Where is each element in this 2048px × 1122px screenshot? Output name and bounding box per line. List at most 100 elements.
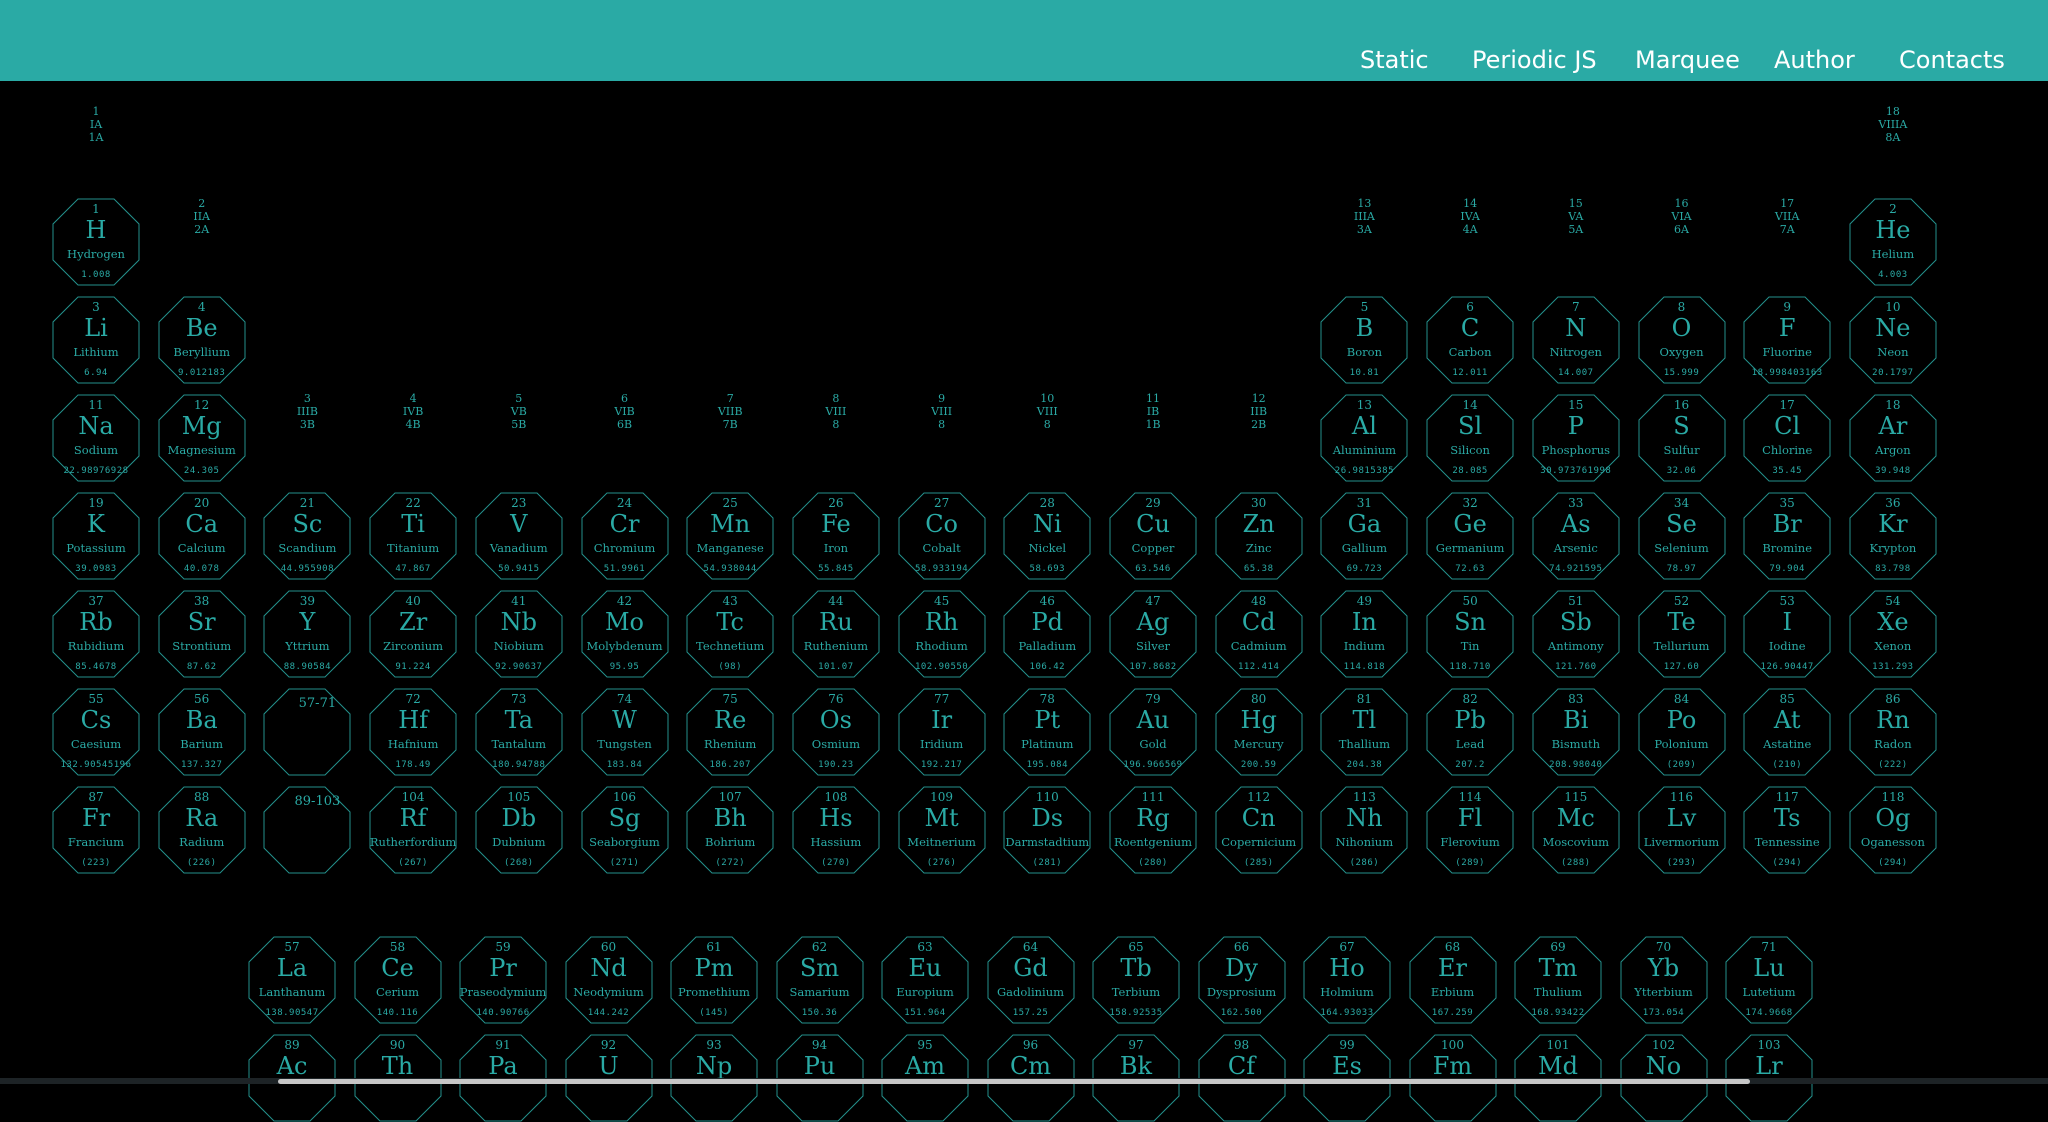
element-og[interactable]: 118 Og Oganesson (294) xyxy=(1849,786,1937,874)
element-ti[interactable]: 22 Ti Titanium 47.867 xyxy=(369,492,457,580)
element-c[interactable]: 6 C Carbon 12.011 xyxy=(1426,296,1514,384)
element-sl[interactable]: 14 Sl Silicon 28.085 xyxy=(1426,394,1514,482)
element-ir[interactable]: 77 Ir Iridium 192.217 xyxy=(898,688,986,776)
element-ar[interactable]: 18 Ar Argon 39.948 xyxy=(1849,394,1937,482)
element-mt[interactable]: 109 Mt Meitnerium (276) xyxy=(898,786,986,874)
element-bh[interactable]: 107 Bh Bohrium (272) xyxy=(686,786,774,874)
element-o[interactable]: 8 O Oxygen 15.999 xyxy=(1638,296,1726,384)
element-ga[interactable]: 31 Ga Gallium 69.723 xyxy=(1320,492,1408,580)
element-be[interactable]: 4 Be Beryllium 9.012183 xyxy=(158,296,246,384)
element-zn[interactable]: 30 Zn Zinc 65.38 xyxy=(1215,492,1303,580)
element-al[interactable]: 13 Al Aluminium 26.9815385 xyxy=(1320,394,1408,482)
element-cd[interactable]: 48 Cd Cadmium 112.414 xyxy=(1215,590,1303,678)
element-po[interactable]: 84 Po Polonium (209) xyxy=(1638,688,1726,776)
element-te[interactable]: 52 Te Tellurium 127.60 xyxy=(1638,590,1726,678)
element-hf[interactable]: 72 Hf Hafnium 178.49 xyxy=(369,688,457,776)
element-ni[interactable]: 28 Ni Nickel 58.693 xyxy=(1003,492,1091,580)
element-placeholder-89-103[interactable]: 89-103 xyxy=(263,786,351,874)
element-placeholder-57-71[interactable]: 57-71 xyxy=(263,688,351,776)
element-nh[interactable]: 113 Nh Nihonium (286) xyxy=(1320,786,1408,874)
element-s[interactable]: 16 S Sulfur 32.06 xyxy=(1638,394,1726,482)
element-ts[interactable]: 117 Ts Tennessine (294) xyxy=(1743,786,1831,874)
element-p[interactable]: 15 P Phosphorus 30.973761998 xyxy=(1532,394,1620,482)
element-zr[interactable]: 40 Zr Zirconium 91.224 xyxy=(369,590,457,678)
element-au[interactable]: 79 Au Gold 196.966569 xyxy=(1109,688,1197,776)
element-ne[interactable]: 10 Ne Neon 20.1797 xyxy=(1849,296,1937,384)
element-dy[interactable]: 66 Dy Dysprosium 162.500 xyxy=(1198,936,1286,1024)
element-nd[interactable]: 60 Nd Neodymium 144.242 xyxy=(565,936,653,1024)
element-re[interactable]: 75 Re Rhenium 186.207 xyxy=(686,688,774,776)
element-co[interactable]: 27 Co Cobalt 58.933194 xyxy=(898,492,986,580)
element-f[interactable]: 9 F Fluorine 18.998403163 xyxy=(1743,296,1831,384)
element-tl[interactable]: 81 Tl Thallium 204.38 xyxy=(1320,688,1408,776)
element-lu[interactable]: 71 Lu Lutetium 174.9668 xyxy=(1725,936,1813,1024)
element-lv[interactable]: 116 Lv Livermorium (293) xyxy=(1638,786,1726,874)
element-yb[interactable]: 70 Yb Ytterbium 173.054 xyxy=(1620,936,1708,1024)
element-fe[interactable]: 26 Fe Iron 55.845 xyxy=(792,492,880,580)
element-db[interactable]: 105 Db Dubnium (268) xyxy=(475,786,563,874)
element-sb[interactable]: 51 Sb Antimony 121.760 xyxy=(1532,590,1620,678)
element-sn[interactable]: 50 Sn Tin 118.710 xyxy=(1426,590,1514,678)
element-k[interactable]: 19 K Potassium 39.0983 xyxy=(52,492,140,580)
element-ca[interactable]: 20 Ca Calcium 40.078 xyxy=(158,492,246,580)
element-mc[interactable]: 115 Mc Moscovium (288) xyxy=(1532,786,1620,874)
element-eu[interactable]: 63 Eu Europium 151.964 xyxy=(881,936,969,1024)
element-os[interactable]: 76 Os Osmium 190.23 xyxy=(792,688,880,776)
element-cn[interactable]: 112 Cn Copernicium (285) xyxy=(1215,786,1303,874)
element-rh[interactable]: 45 Rh Rhodium 102.90550 xyxy=(898,590,986,678)
element-na[interactable]: 11 Na Sodium 22.98976928 xyxy=(52,394,140,482)
element-tm[interactable]: 69 Tm Thulium 168.93422 xyxy=(1514,936,1602,1024)
element-ru[interactable]: 44 Ru Ruthenium 101.07 xyxy=(792,590,880,678)
element-y[interactable]: 39 Y Yttrium 88.90584 xyxy=(263,590,351,678)
element-pb[interactable]: 82 Pb Lead 207.2 xyxy=(1426,688,1514,776)
element-br[interactable]: 35 Br Bromine 79.904 xyxy=(1743,492,1831,580)
element-at[interactable]: 85 At Astatine (210) xyxy=(1743,688,1831,776)
element-er[interactable]: 68 Er Erbium 167.259 xyxy=(1409,936,1497,1024)
element-rf[interactable]: 104 Rf Rutherfordium (267) xyxy=(369,786,457,874)
element-hg[interactable]: 80 Hg Mercury 200.59 xyxy=(1215,688,1303,776)
element-pt[interactable]: 78 Pt Platinum 195.084 xyxy=(1003,688,1091,776)
element-ho[interactable]: 67 Ho Holmium 164.93033 xyxy=(1303,936,1391,1024)
element-fl[interactable]: 114 Fl Flerovium (289) xyxy=(1426,786,1514,874)
element-la[interactable]: 57 La Lanthanum 138.90547 xyxy=(248,936,336,1024)
element-tb[interactable]: 65 Tb Terbium 158.92535 xyxy=(1092,936,1180,1024)
element-sg[interactable]: 106 Sg Seaborgium (271) xyxy=(581,786,669,874)
element-hs[interactable]: 108 Hs Hassium (270) xyxy=(792,786,880,874)
element-ag[interactable]: 47 Ag Silver 107.8682 xyxy=(1109,590,1197,678)
element-h[interactable]: 1 H Hydrogen 1.008 xyxy=(52,198,140,286)
element-li[interactable]: 3 Li Lithium 6.94 xyxy=(52,296,140,384)
element-he[interactable]: 2 He Helium 4.003 xyxy=(1849,198,1937,286)
element-rb[interactable]: 37 Rb Rubidium 85.4678 xyxy=(52,590,140,678)
element-v[interactable]: 23 V Vanadium 50.9415 xyxy=(475,492,563,580)
element-tc[interactable]: 43 Tc Technetium (98) xyxy=(686,590,774,678)
element-mo[interactable]: 42 Mo Molybdenum 95.95 xyxy=(581,590,669,678)
element-se[interactable]: 34 Se Selenium 78.97 xyxy=(1638,492,1726,580)
element-pr[interactable]: 59 Pr Praseodymium 140.90766 xyxy=(459,936,547,1024)
element-gd[interactable]: 64 Gd Gadolinium 157.25 xyxy=(987,936,1075,1024)
element-cs[interactable]: 55 Cs Caesium 132.90545196 xyxy=(52,688,140,776)
element-xe[interactable]: 54 Xe Xenon 131.293 xyxy=(1849,590,1937,678)
element-cu[interactable]: 29 Cu Copper 63.546 xyxy=(1109,492,1197,580)
horizontal-scrollbar-thumb[interactable] xyxy=(278,1079,1750,1084)
element-in[interactable]: 49 In Indium 114.818 xyxy=(1320,590,1408,678)
element-w[interactable]: 74 W Tungsten 183.84 xyxy=(581,688,669,776)
element-b[interactable]: 5 B Boron 10.81 xyxy=(1320,296,1408,384)
element-ba[interactable]: 56 Ba Barium 137.327 xyxy=(158,688,246,776)
element-mg[interactable]: 12 Mg Magnesium 24.305 xyxy=(158,394,246,482)
element-sc[interactable]: 21 Sc Scandium 44.955908 xyxy=(263,492,351,580)
element-nb[interactable]: 41 Nb Niobium 92.90637 xyxy=(475,590,563,678)
element-ds[interactable]: 110 Ds Darmstadtium (281) xyxy=(1003,786,1091,874)
element-rn[interactable]: 86 Rn Radon (222) xyxy=(1849,688,1937,776)
element-ta[interactable]: 73 Ta Tantalum 180.94788 xyxy=(475,688,563,776)
element-ra[interactable]: 88 Ra Radium (226) xyxy=(158,786,246,874)
element-cl[interactable]: 17 Cl Chlorine 35.45 xyxy=(1743,394,1831,482)
element-kr[interactable]: 36 Kr Krypton 83.798 xyxy=(1849,492,1937,580)
element-rg[interactable]: 111 Rg Roentgenium (280) xyxy=(1109,786,1197,874)
element-bi[interactable]: 83 Bi Bismuth 208.98040 xyxy=(1532,688,1620,776)
element-i[interactable]: 53 I Iodine 126.90447 xyxy=(1743,590,1831,678)
element-ce[interactable]: 58 Ce Cerium 140.116 xyxy=(354,936,442,1024)
element-mn[interactable]: 25 Mn Manganese 54.938044 xyxy=(686,492,774,580)
element-sm[interactable]: 62 Sm Samarium 150.36 xyxy=(776,936,864,1024)
element-sr[interactable]: 38 Sr Strontium 87.62 xyxy=(158,590,246,678)
element-n[interactable]: 7 N Nitrogen 14.007 xyxy=(1532,296,1620,384)
